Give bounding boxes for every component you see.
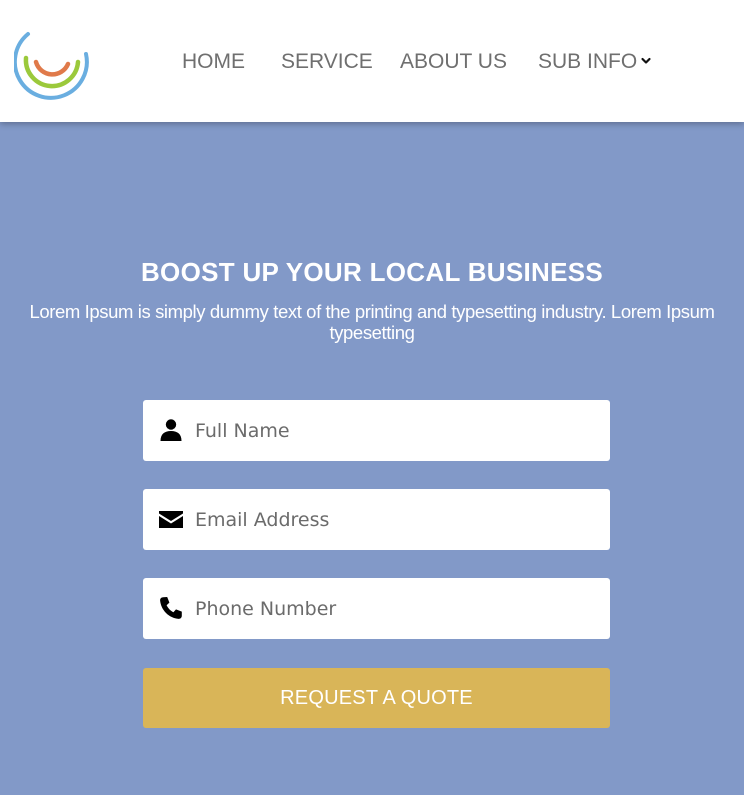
request-quote-button[interactable]: REQUEST A QUOTE [143,668,610,728]
full-name-input[interactable] [195,400,595,461]
envelope-icon [159,511,183,528]
user-icon [160,419,182,441]
full-name-field[interactable] [143,400,610,461]
hero-description: Lorem Ipsum is simply dummy text of the … [29,301,715,343]
logo-rings-icon[interactable] [14,22,94,102]
nav-service[interactable]: SERVICE [281,48,373,76]
nav-sub-info-label: SUB INFO [538,50,638,73]
phone-input[interactable] [195,578,595,639]
nav-sub-info[interactable]: SUB INFO [538,48,652,76]
phone-icon [160,597,182,619]
nav-about-us[interactable]: ABOUT US [400,48,507,76]
chevron-down-icon [641,57,651,64]
email-field[interactable] [143,489,610,550]
phone-field[interactable] [143,578,610,639]
hero-section: BOOST UP YOUR LOCAL BUSINESS Lorem Ipsum… [0,255,744,343]
site-header: HOME SERVICE ABOUT US SUB INFO [0,0,744,122]
nav-home[interactable]: HOME [182,48,245,76]
email-input[interactable] [195,489,595,550]
hero-title: BOOST UP YOUR LOCAL BUSINESS [140,257,604,287]
page: HOME SERVICE ABOUT US SUB INFO BOOST UP … [0,0,744,795]
